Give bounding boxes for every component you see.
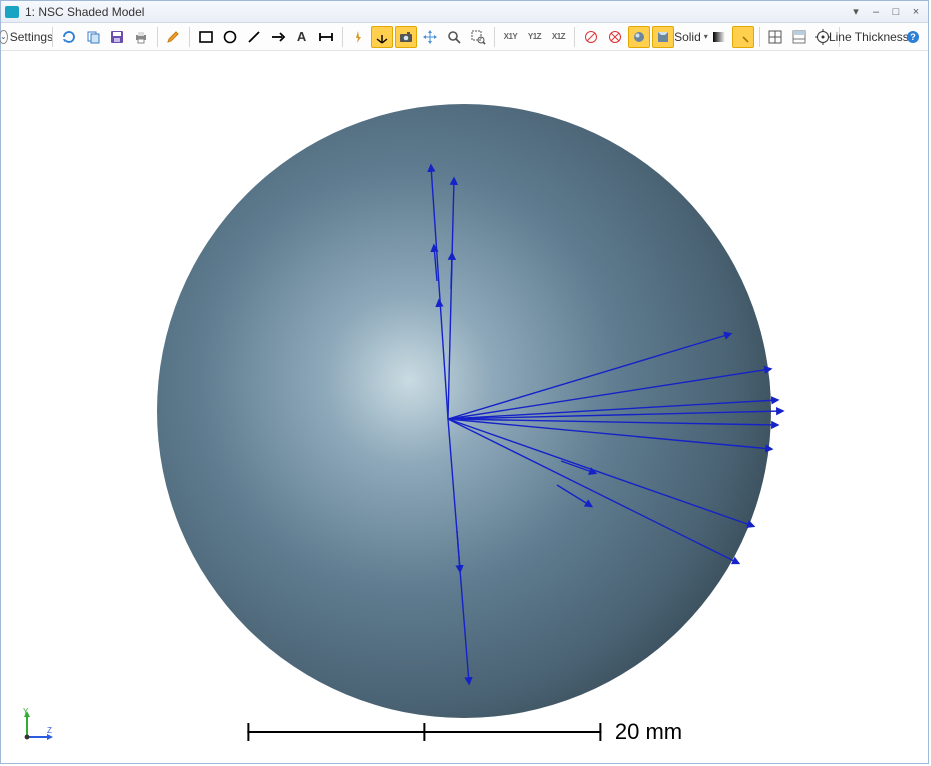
x1y-icon: X1Y xyxy=(504,32,518,41)
highlight2-button[interactable] xyxy=(652,26,674,48)
save-button[interactable] xyxy=(106,26,128,48)
axis-orientation-triad: Y Z xyxy=(19,705,59,745)
layout-button[interactable] xyxy=(788,26,810,48)
shape-rectangle-button[interactable] xyxy=(195,26,217,48)
window-minimize-button[interactable]: – xyxy=(868,4,884,20)
crossed-circle-icon xyxy=(607,29,623,45)
help-button[interactable]: ? xyxy=(902,26,924,48)
highlight1-button[interactable] xyxy=(628,26,650,48)
zoom-rect-icon xyxy=(470,29,486,45)
gradient-icon xyxy=(711,29,727,45)
app-window: 1: NSC Shaded Model ▾ – □ × ⌄ Settings xyxy=(0,0,929,764)
print-icon xyxy=(133,29,149,45)
copy-button[interactable] xyxy=(82,26,104,48)
magnifier-icon xyxy=(446,29,462,45)
layout-icon xyxy=(791,29,807,45)
axis-triad-icon xyxy=(374,29,390,45)
line-icon xyxy=(246,29,262,45)
light-icon xyxy=(735,29,751,45)
fit-view-button[interactable] xyxy=(764,26,786,48)
pencil-icon xyxy=(165,29,181,45)
solid-label: Solid xyxy=(674,30,701,44)
axis-z-label: Z xyxy=(47,726,52,735)
sphere-shade-icon xyxy=(631,29,647,45)
window-maximize-button[interactable]: □ xyxy=(888,4,904,20)
view-x1y-button[interactable]: X1Y xyxy=(499,26,521,48)
fit-icon xyxy=(767,29,783,45)
line-thickness-dropdown[interactable]: Line Thickness ▾ xyxy=(845,26,900,48)
toolbar: ⌄ Settings xyxy=(1,23,928,51)
cube-shade-icon xyxy=(655,29,671,45)
settings-dropdown[interactable]: ⌄ Settings xyxy=(5,26,47,48)
svg-text:?: ? xyxy=(910,32,916,42)
gradient-button[interactable] xyxy=(708,26,730,48)
view-y1z-button[interactable]: Y1Z xyxy=(523,26,545,48)
scale-bar: 20 mm xyxy=(247,719,682,745)
shape-line-button[interactable] xyxy=(243,26,265,48)
save-icon xyxy=(109,29,125,45)
letter-a-icon: A xyxy=(295,29,309,45)
arrow-icon xyxy=(270,29,286,45)
viewport[interactable]: Y Z 20 mm xyxy=(1,51,928,763)
window-close-button[interactable]: × xyxy=(908,4,924,20)
move-icon xyxy=(422,29,438,45)
camera-view-button[interactable] xyxy=(395,26,417,48)
axis-y-label: Y xyxy=(23,707,29,716)
scale-bar-label: 20 mm xyxy=(615,719,682,745)
red-off1-button[interactable] xyxy=(580,26,602,48)
lighting-button[interactable] xyxy=(732,26,754,48)
refresh-button[interactable] xyxy=(58,26,80,48)
print-button[interactable] xyxy=(130,26,152,48)
measure-icon xyxy=(318,29,334,45)
solid-dropdown[interactable]: Solid ▾ xyxy=(676,26,706,48)
measure-button[interactable] xyxy=(315,26,337,48)
crossed-circle-icon xyxy=(583,29,599,45)
titlebar: 1: NSC Shaded Model ▾ – □ × xyxy=(1,1,928,23)
probe-button[interactable] xyxy=(347,26,369,48)
copy-icon xyxy=(85,29,101,45)
settings-label: Settings xyxy=(10,30,53,44)
app-icon xyxy=(5,6,19,18)
axis-triad-button[interactable] xyxy=(371,26,393,48)
edit-pencil-button[interactable] xyxy=(162,26,184,48)
zoom-rect-button[interactable] xyxy=(467,26,489,48)
x1z-icon: X1Z xyxy=(552,32,565,41)
shape-arrow-button[interactable] xyxy=(267,26,289,48)
line-thickness-label: Line Thickness xyxy=(829,30,909,44)
scale-bar-line xyxy=(247,723,601,741)
move-button[interactable] xyxy=(419,26,441,48)
circle-icon xyxy=(222,29,238,45)
chevron-down-icon: ⌄ xyxy=(0,30,8,44)
annotate-text-button[interactable]: A xyxy=(291,26,313,48)
y1z-icon: Y1Z xyxy=(528,32,541,41)
help-icon: ? xyxy=(905,29,921,45)
rectangle-icon xyxy=(198,29,214,45)
view-x1z-button[interactable]: X1Z xyxy=(547,26,569,48)
camera-icon xyxy=(398,29,414,45)
shape-circle-button[interactable] xyxy=(219,26,241,48)
window-title: 1: NSC Shaded Model xyxy=(25,5,144,19)
scene-canvas xyxy=(1,51,928,763)
red-off2-button[interactable] xyxy=(604,26,626,48)
zoom-button[interactable] xyxy=(443,26,465,48)
refresh-icon xyxy=(61,29,77,45)
window-dock-button[interactable]: ▾ xyxy=(848,4,864,20)
probe-icon xyxy=(350,29,366,45)
